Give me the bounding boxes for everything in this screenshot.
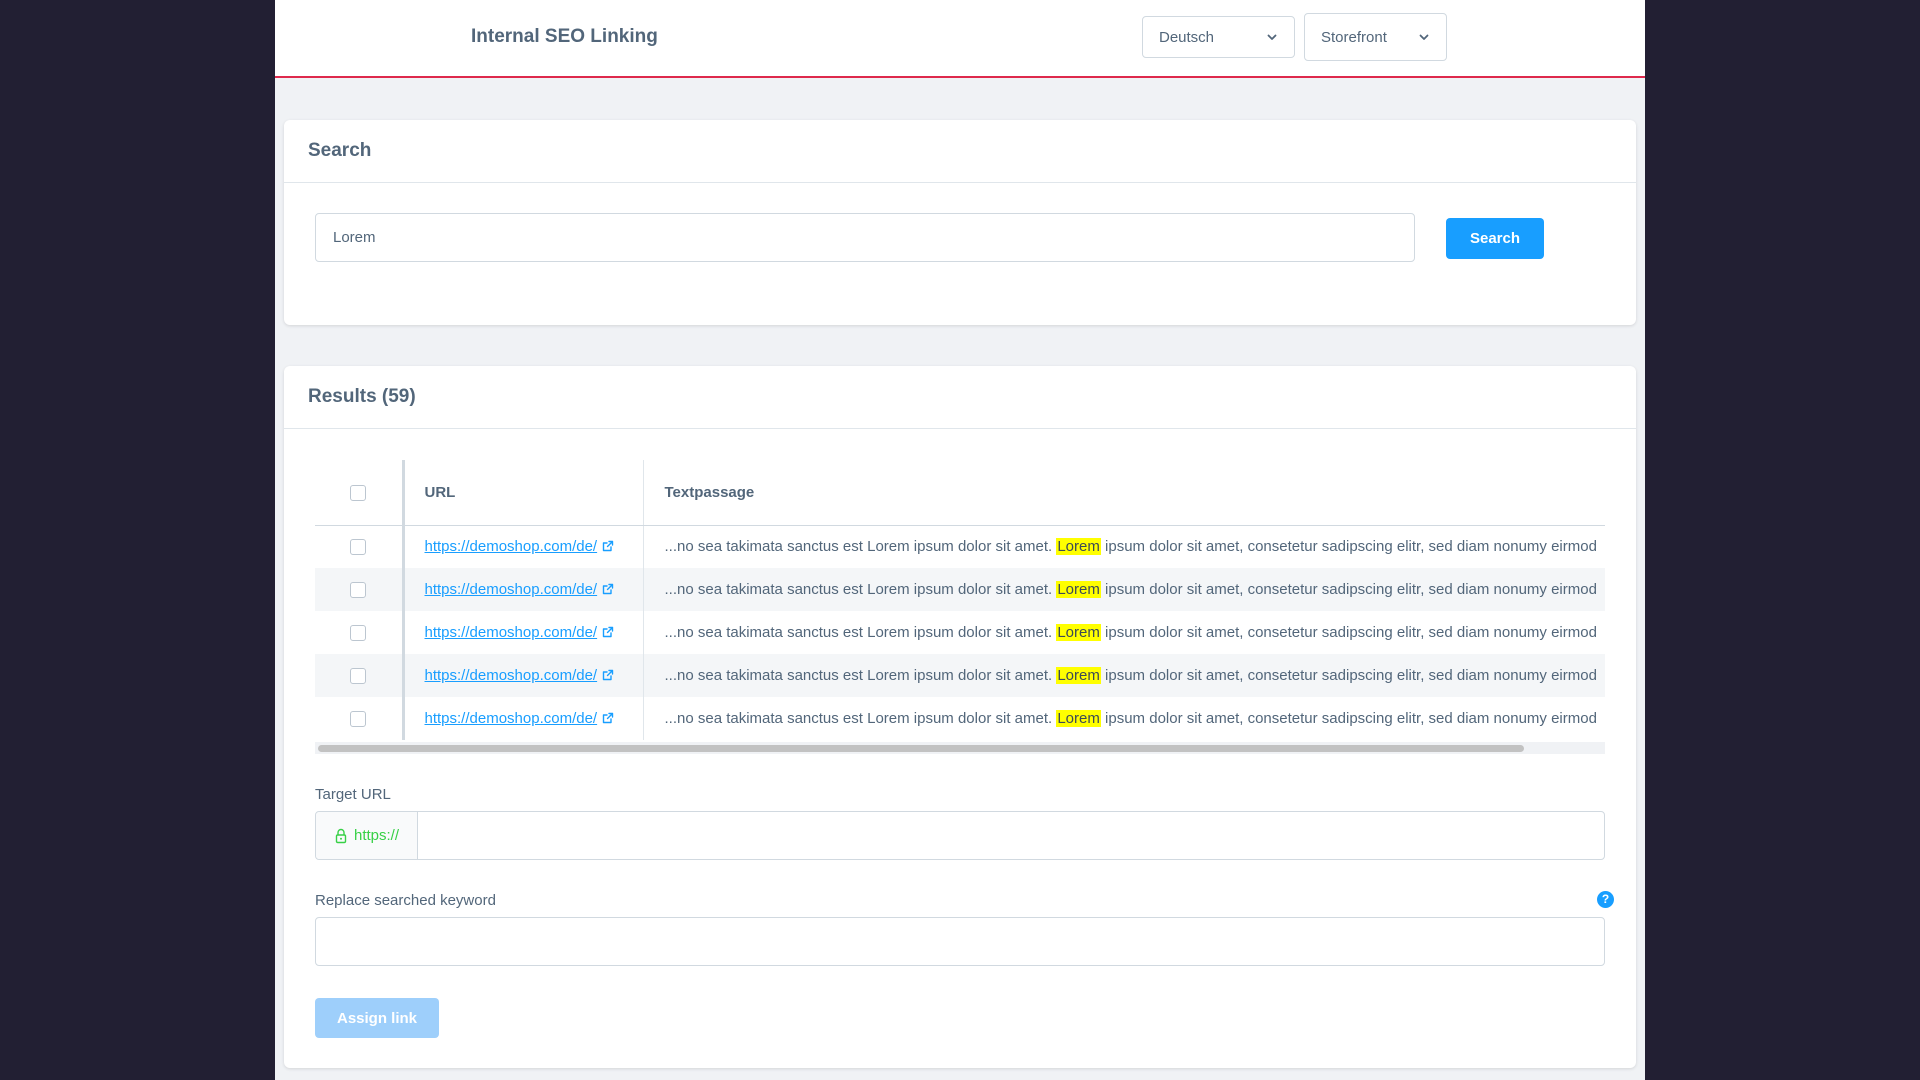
- text-after: ipsum dolor sit amet, consetetur sadipsc…: [1100, 538, 1597, 556]
- table-row: https://demoshop.com/de/ ...no sea takim…: [315, 611, 1605, 654]
- app-window: Internal SEO Linking Deutsch Storefront …: [275, 0, 1645, 1080]
- external-link-icon[interactable]: [602, 712, 614, 724]
- sales-channel-select[interactable]: Storefront: [1304, 13, 1447, 61]
- row-checkbox[interactable]: [350, 711, 367, 728]
- url-link[interactable]: https://demoshop.com/de/: [425, 667, 598, 684]
- keyword-highlight: Lorem: [1056, 581, 1101, 598]
- row-select-cell: [315, 525, 403, 568]
- textpassage-cell: ...no sea takimata sanctus est Lorem ips…: [642, 654, 1605, 697]
- sales-channel-select-value: Storefront: [1321, 28, 1387, 46]
- select-all-cell: [315, 460, 403, 526]
- text-before: ...no sea takimata sanctus est Lorem ips…: [664, 581, 1057, 598]
- url-link[interactable]: https://demoshop.com/de/: [425, 581, 598, 598]
- target-url-input[interactable]: [418, 812, 1604, 859]
- url-link[interactable]: https://demoshop.com/de/: [425, 710, 598, 727]
- textpassage-cell: ...no sea takimata sanctus est Lorem ips…: [642, 525, 1605, 568]
- top-bar: Internal SEO Linking Deutsch Storefront: [275, 0, 1645, 78]
- table-row: https://demoshop.com/de/ ...no sea takim…: [315, 654, 1605, 697]
- textpassage-cell: ...no sea takimata sanctus est Lorem ips…: [642, 568, 1605, 611]
- replace-keyword-input[interactable]: [315, 917, 1605, 966]
- text-before: ...no sea takimata sanctus est Lorem ips…: [664, 538, 1057, 556]
- table-row: https://demoshop.com/de/ ...no sea takim…: [315, 697, 1605, 740]
- row-checkbox[interactable]: [350, 668, 367, 685]
- external-link-icon[interactable]: [602, 583, 614, 595]
- lock-icon: [335, 828, 347, 843]
- search-input[interactable]: [315, 213, 1415, 262]
- url-cell: https://demoshop.com/de/: [401, 654, 643, 697]
- row-select-cell: [315, 654, 403, 697]
- text-after: ipsum dolor sit amet, consetetur sadipsc…: [1100, 624, 1597, 641]
- target-url-field: https://: [315, 811, 1605, 860]
- replace-keyword-label: Replace searched keyword: [315, 892, 496, 909]
- horizontal-scrollbar[interactable]: [315, 742, 1605, 754]
- keyword-highlight: Lorem: [1056, 667, 1101, 684]
- column-header-url[interactable]: URL: [401, 460, 643, 526]
- target-url-prefix: https://: [316, 812, 418, 859]
- results-card-title: Results (59): [284, 366, 1636, 429]
- select-all-checkbox[interactable]: [350, 484, 367, 501]
- column-header-textpassage[interactable]: Textpassage: [642, 460, 1605, 526]
- chevron-down-icon: [1419, 34, 1429, 40]
- results-table: URL Textpassage https://demoshop.com/de/…: [315, 460, 1605, 740]
- keyword-highlight: Lorem: [1056, 538, 1101, 556]
- table-row: https://demoshop.com/de/ ...no sea takim…: [315, 568, 1605, 611]
- assign-link-button[interactable]: Assign link: [315, 998, 439, 1038]
- textpassage-cell: ...no sea takimata sanctus est Lorem ips…: [642, 611, 1605, 654]
- table-row: https://demoshop.com/de/ ...no sea takim…: [315, 525, 1605, 568]
- help-icon[interactable]: ?: [1597, 891, 1614, 908]
- table-header-row: URL Textpassage: [315, 460, 1605, 526]
- chevron-down-icon: [1267, 34, 1277, 40]
- results-grid: URL Textpassage https://demoshop.com/de/…: [315, 460, 1605, 754]
- row-checkbox[interactable]: [350, 582, 367, 599]
- search-card: Search Search: [284, 120, 1636, 325]
- page-title: Internal SEO Linking: [471, 26, 658, 47]
- language-select-value: Deutsch: [1159, 28, 1215, 46]
- text-before: ...no sea takimata sanctus est Lorem ips…: [664, 667, 1057, 684]
- url-cell: https://demoshop.com/de/: [401, 697, 643, 740]
- url-link[interactable]: https://demoshop.com/de/: [425, 538, 598, 555]
- row-checkbox[interactable]: [350, 625, 367, 642]
- keyword-highlight: Lorem: [1056, 710, 1101, 727]
- url-cell: https://demoshop.com/de/: [401, 525, 643, 568]
- external-link-icon[interactable]: [602, 669, 614, 681]
- url-link[interactable]: https://demoshop.com/de/: [425, 624, 598, 641]
- row-select-cell: [315, 697, 403, 740]
- text-after: ipsum dolor sit amet, consetetur sadipsc…: [1100, 710, 1597, 727]
- keyword-highlight: Lorem: [1056, 624, 1101, 641]
- url-cell: https://demoshop.com/de/: [401, 611, 643, 654]
- search-button[interactable]: Search: [1446, 218, 1544, 259]
- external-link-icon[interactable]: [602, 626, 614, 638]
- results-card: Results (59) URL Textpassage https://dem…: [284, 366, 1636, 1068]
- text-before: ...no sea takimata sanctus est Lorem ips…: [664, 624, 1057, 641]
- search-card-title: Search: [284, 120, 1636, 183]
- target-url-label: Target URL: [315, 786, 391, 803]
- row-checkbox[interactable]: [350, 539, 367, 556]
- text-after: ipsum dolor sit amet, consetetur sadipsc…: [1100, 667, 1597, 684]
- text-before: ...no sea takimata sanctus est Lorem ips…: [664, 710, 1057, 727]
- textpassage-cell: ...no sea takimata sanctus est Lorem ips…: [642, 697, 1605, 740]
- scrollbar-thumb[interactable]: [318, 745, 1524, 752]
- row-select-cell: [315, 611, 403, 654]
- url-cell: https://demoshop.com/de/: [401, 568, 643, 611]
- external-link-icon[interactable]: [602, 540, 614, 552]
- language-select[interactable]: Deutsch: [1142, 16, 1295, 58]
- row-select-cell: [315, 568, 403, 611]
- text-after: ipsum dolor sit amet, consetetur sadipsc…: [1100, 581, 1597, 598]
- target-url-prefix-text: https://: [353, 827, 400, 844]
